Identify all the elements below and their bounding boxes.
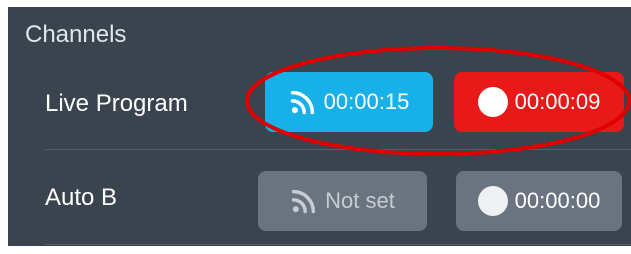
record-dot-icon: [477, 87, 508, 117]
record-dot-icon: [477, 186, 508, 216]
channel-label-auto-b: Auto B: [45, 184, 118, 211]
channels-panel: Channels Live Program 00:00:15 00:00:09 …: [8, 7, 631, 246]
row-divider: [45, 149, 631, 150]
live-program-feed-time: 00:00:15: [323, 89, 410, 114]
live-program-record-time: 00:00:09: [514, 89, 601, 114]
row-divider: [45, 244, 631, 245]
rss-feed-icon: [290, 187, 318, 215]
auto-b-feed-button[interactable]: Not set: [258, 171, 427, 231]
live-program-record-button[interactable]: 00:00:09: [454, 72, 624, 132]
channel-label-live-program: Live Program: [45, 90, 188, 117]
auto-b-feed-status: Not set: [325, 188, 395, 213]
auto-b-record-button[interactable]: 00:00:00: [456, 171, 622, 231]
rss-feed-icon: [289, 88, 317, 116]
channels-title: Channels: [25, 21, 127, 48]
live-program-feed-button[interactable]: 00:00:15: [265, 72, 433, 132]
auto-b-record-time: 00:00:00: [514, 188, 601, 213]
